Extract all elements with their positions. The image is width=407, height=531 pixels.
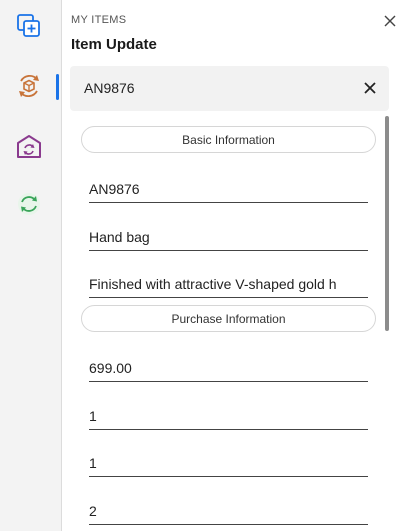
refresh-icon <box>18 193 40 215</box>
item-code-field <box>89 177 368 203</box>
form-scrollbar-thumb[interactable] <box>385 116 389 331</box>
purchase-field-4 <box>89 499 368 525</box>
close-icon <box>364 82 376 94</box>
rail-item-refresh[interactable] <box>9 184 49 224</box>
purchase-field-2 <box>89 404 368 430</box>
item-form: Basic Information Purchase Information <box>63 116 407 531</box>
purchase-field-3 <box>89 451 368 477</box>
item-name-input[interactable] <box>89 225 368 249</box>
warehouse-sync-icon <box>17 135 41 158</box>
description-field <box>89 272 368 298</box>
rail-item-add-copy[interactable] <box>9 6 49 46</box>
package-sync-icon <box>19 75 39 97</box>
icon-rail <box>0 0 62 531</box>
purchase-input-4[interactable] <box>89 499 368 523</box>
purchase-price-field <box>89 356 368 382</box>
item-update-panel: MY ITEMS Item Update AN9876 Basic Inform… <box>63 0 407 531</box>
active-indicator <box>56 74 59 100</box>
rail-item-warehouse-sync[interactable] <box>9 126 49 166</box>
item-code-input[interactable] <box>89 177 368 201</box>
item-selector[interactable]: AN9876 <box>70 66 389 111</box>
item-selector-value: AN9876 <box>84 80 135 96</box>
item-name-field <box>89 225 368 251</box>
basic-information-section[interactable]: Basic Information <box>81 126 376 153</box>
description-input[interactable] <box>89 272 368 296</box>
purchase-input-3[interactable] <box>89 451 368 475</box>
add-copy-icon <box>17 14 40 37</box>
purchase-input-2[interactable] <box>89 404 368 428</box>
panel-eyebrow: MY ITEMS <box>71 14 127 26</box>
purchase-information-section[interactable]: Purchase Information <box>81 305 376 332</box>
close-panel-button[interactable] <box>381 12 399 30</box>
clear-selection-button[interactable] <box>361 79 379 97</box>
page-title: Item Update <box>71 36 157 53</box>
close-icon <box>384 15 396 27</box>
purchase-price-input[interactable] <box>89 356 368 380</box>
rail-item-package-sync[interactable] <box>9 66 49 106</box>
